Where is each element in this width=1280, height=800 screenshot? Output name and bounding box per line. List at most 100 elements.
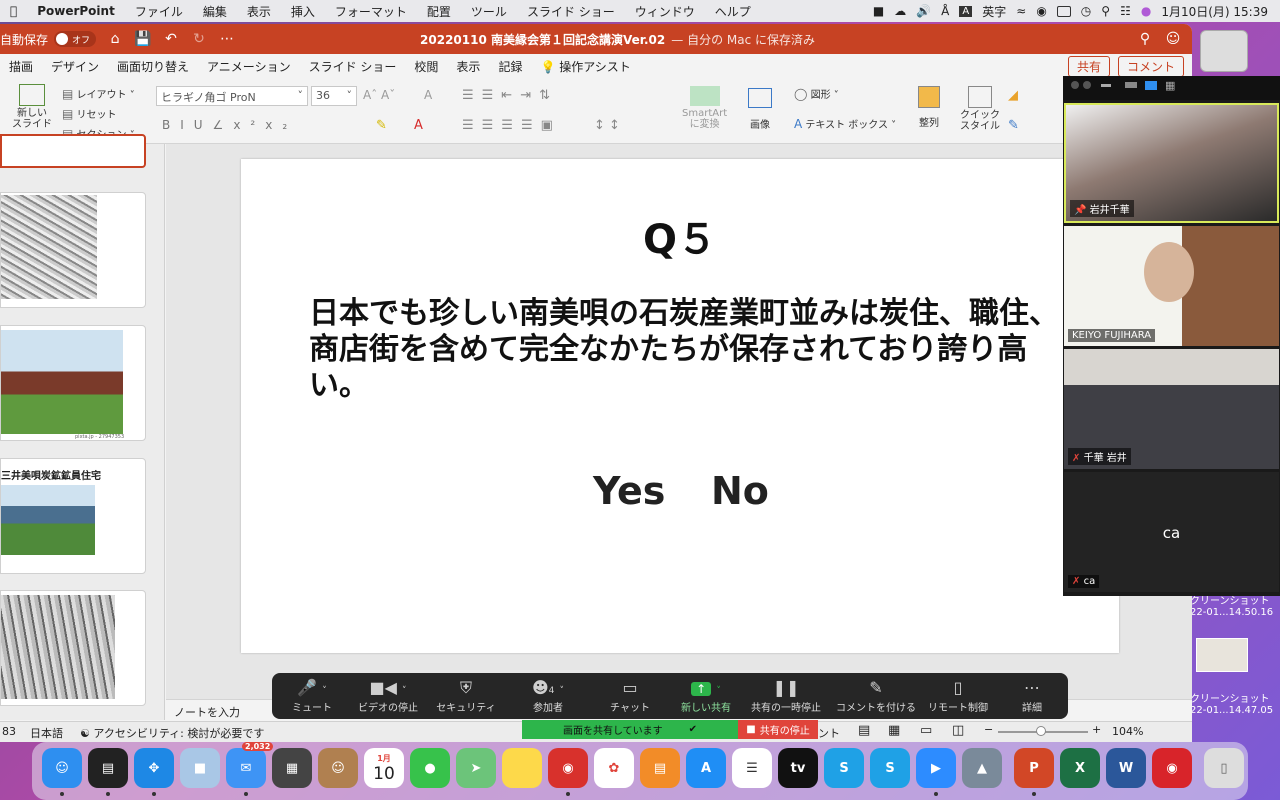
text-direction-icon[interactable]: ↕ ↕ [594, 118, 620, 133]
safari-icon[interactable]: ✥ [134, 748, 174, 788]
word-icon[interactable]: W [1106, 748, 1146, 788]
slide-thumbnail[interactable] [0, 590, 146, 706]
more-icon[interactable]: ⋯ [218, 30, 236, 48]
desktop-file-2[interactable]: クリーンショット 22-01...14.47.05 [1190, 690, 1273, 716]
tab-design[interactable]: デザイン [42, 58, 108, 75]
reading-view-icon[interactable]: ▭ [920, 723, 932, 738]
sorter-view-icon[interactable]: ▦ [888, 723, 900, 738]
font-color-icon[interactable]: A [414, 118, 423, 133]
skype-icon[interactable]: S [824, 748, 864, 788]
user-icon[interactable]: ◉ [1036, 4, 1046, 18]
menu-slideshow[interactable]: スライド ショー [517, 3, 625, 20]
slide-body-text[interactable]: 日本でも珍しい南美唄の石炭産業町並みは炭住、職住、商店街を含めて完全なかたちが保… [309, 296, 1079, 404]
gallery-view-icon[interactable]: ▦ [1165, 79, 1175, 92]
slide-title[interactable]: Q５ [241, 207, 1119, 265]
zoom-slider-thumb[interactable] [1036, 726, 1046, 736]
active-speaker-view-icon[interactable] [1125, 82, 1137, 88]
window-min-dot[interactable] [1083, 81, 1091, 89]
app-store-icon[interactable]: A [686, 748, 726, 788]
slide-canvas[interactable]: Q５ 日本でも珍しい南美唄の石炭産業町並みは炭住、職住、商店街を含めて完全なかた… [241, 159, 1119, 653]
trash-icon[interactable]: ▯ [1204, 748, 1244, 788]
skype-alt-icon[interactable]: S [870, 748, 910, 788]
stop-video-button[interactable]: ■◀ ˅ ビデオの停止 [348, 677, 428, 714]
quick-style-button[interactable]: クイック スタイル [960, 86, 1000, 132]
input-source-icon[interactable]: A [959, 5, 973, 17]
textbox-button[interactable]: A テキスト ボックス ˅ [794, 116, 896, 131]
saved-status[interactable]: — 自分の Mac に保存済み [671, 31, 815, 48]
messages-icon[interactable]: ● [410, 748, 450, 788]
keynote-icon[interactable]: ▲ [962, 748, 1002, 788]
battery-icon[interactable] [1056, 5, 1071, 17]
menu-tools[interactable]: ツール [461, 3, 517, 20]
maps-icon[interactable]: ➤ [456, 748, 496, 788]
drive-icon[interactable] [1200, 30, 1248, 72]
cloud-icon[interactable]: ☁ [894, 4, 906, 18]
reset-button[interactable]: ▤ リセット [62, 106, 117, 121]
menu-app-name[interactable]: PowerPoint [27, 4, 125, 18]
save-icon[interactable]: 💾 [134, 30, 152, 48]
mission-control-icon[interactable]: ▤ [88, 748, 128, 788]
menu-edit[interactable]: 編集 [193, 3, 237, 20]
menu-format[interactable]: フォーマット [325, 3, 417, 20]
text-format-icons[interactable]: BIU∠x²x₂ [162, 118, 297, 132]
tab-tell-me[interactable]: 💡 操作アシスト [531, 58, 639, 75]
language-status[interactable]: 日本語 [30, 725, 63, 741]
input-mode-label[interactable]: 英字 [982, 3, 1006, 20]
share-people-icon[interactable]: ☺ [1164, 30, 1182, 48]
video-tile-4[interactable]: ca ✗ ca [1064, 472, 1279, 592]
line-color-icon[interactable]: ✎ [1008, 118, 1019, 133]
zoom-out-icon[interactable]: − [984, 723, 993, 736]
slide-thumbnail[interactable]: pixta.jp - 27947353 [0, 325, 146, 441]
tab-animations[interactable]: アニメーション [198, 58, 300, 75]
calendar-icon[interactable]: 1月 10 [364, 748, 404, 788]
tab-transitions[interactable]: 画面切り替え [108, 58, 198, 75]
participants-button[interactable]: ☻4 ˅ 参加者 [508, 677, 588, 714]
shapes-button[interactable]: ◯ 図形 ˅ [794, 86, 839, 101]
undo-icon[interactable]: ↶ [162, 30, 180, 48]
clock[interactable]: 1月10日(月) 15:39 [1161, 3, 1268, 20]
comment-button[interactable]: コメント [1117, 55, 1184, 77]
highlight-icon[interactable]: ✎ [376, 118, 387, 133]
volume-icon[interactable]: 🔊 [916, 4, 931, 18]
minimize-view-icon[interactable] [1101, 84, 1111, 87]
photo-booth-icon[interactable]: ◉ [548, 748, 588, 788]
pause-share-button[interactable]: ❚❚ 共有の一時停止 [746, 677, 826, 714]
contacts-icon[interactable]: ☺ [318, 748, 358, 788]
reminders-icon[interactable]: ☰ [732, 748, 772, 788]
share-button[interactable]: 共有 [1067, 55, 1110, 77]
photos-icon[interactable]: ✿ [594, 748, 634, 788]
control-center-icon[interactable]: ☷ [1120, 4, 1131, 18]
stop-share-button[interactable]: ■ 共有の停止 [738, 720, 818, 739]
clear-format-icon[interactable]: А [424, 88, 432, 102]
slide-thumbnail[interactable] [0, 192, 146, 308]
video-tile-1[interactable]: 📌 岩井千華 [1064, 103, 1279, 223]
powerpoint-icon[interactable]: P [1014, 748, 1054, 788]
notes-icon[interactable] [502, 748, 542, 788]
finder-icon[interactable]: ☺ [42, 748, 82, 788]
spotlight-icon[interactable]: ⚲ [1101, 4, 1110, 18]
autosave-toggle[interactable]: オフ [54, 31, 97, 47]
new-slide-button[interactable]: 新しい スライド [12, 84, 52, 130]
menu-file[interactable]: ファイル [125, 3, 193, 20]
zoom-status-icon[interactable]: ■ [873, 4, 884, 18]
security-button[interactable]: ⛨ セキュリティ [426, 677, 506, 714]
slide-thumbnail[interactable] [0, 134, 146, 168]
tab-slideshow[interactable]: スライド ショー [300, 58, 406, 75]
tab-record[interactable]: 記録 [489, 58, 531, 75]
menu-window[interactable]: ウィンドウ [625, 3, 705, 20]
excel-icon[interactable]: X [1060, 748, 1100, 788]
preview-icon[interactable]: ■ [180, 748, 220, 788]
normal-view-icon[interactable]: ▤ [858, 723, 870, 738]
align-icons[interactable]: ☰☰☰☰▣ [462, 118, 561, 133]
font-size-select[interactable]: 36 ˅ [311, 86, 357, 106]
zoom-in-icon[interactable]: + [1092, 723, 1101, 736]
sharing-status[interactable]: 画面を共有しています ✔ [522, 720, 738, 739]
menu-view[interactable]: 表示 [237, 3, 281, 20]
zoom-level[interactable]: 104% [1112, 725, 1143, 738]
arrange-button[interactable]: 整列 [918, 86, 940, 129]
smartart-button[interactable]: SmartArt に変換 [682, 86, 727, 130]
accessibility-status[interactable]: ☯ アクセシビリティ: 検討が必要です [80, 725, 264, 741]
bluetooth-icon[interactable]: Å [941, 4, 949, 18]
slide-no-text[interactable]: No [711, 469, 769, 513]
font-family-select[interactable]: ヒラギノ角ゴ ProN ˅ [156, 86, 308, 106]
